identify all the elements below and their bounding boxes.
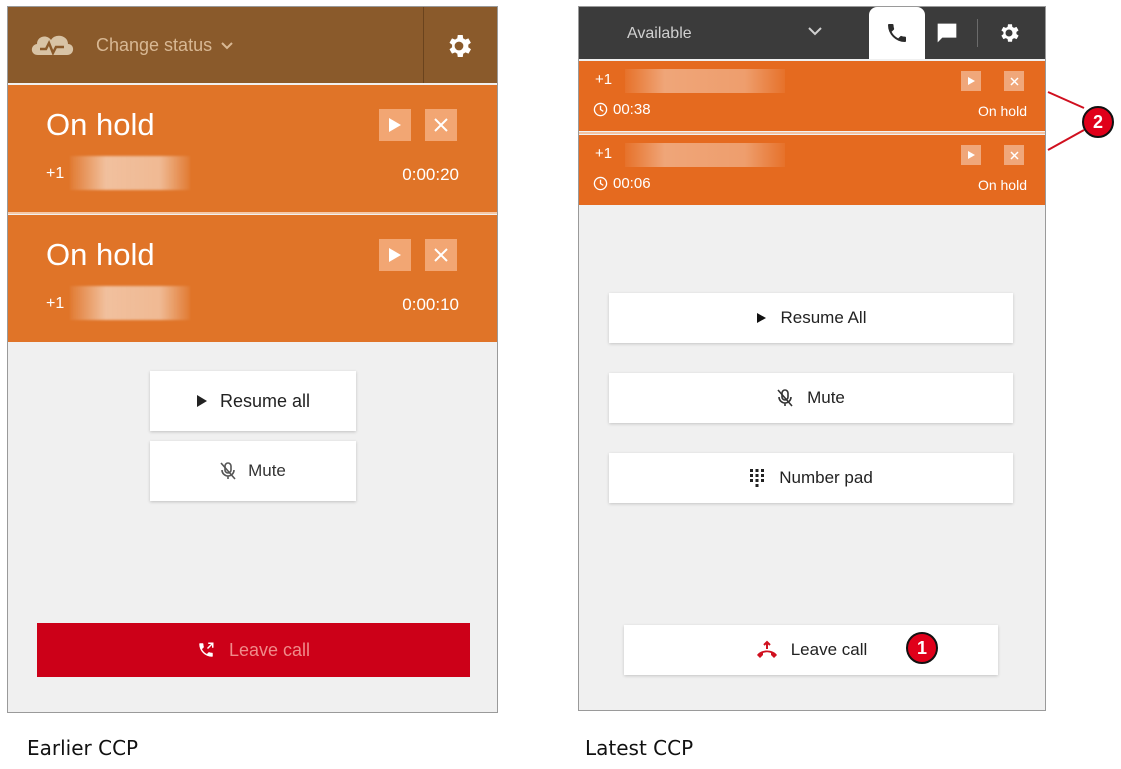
redacted-number (70, 156, 190, 190)
play-icon (756, 313, 766, 323)
play-icon (196, 395, 207, 407)
mute-microphone-icon (777, 389, 793, 407)
leave-call-label: Leave call (790, 640, 868, 659)
dialpad-icon (750, 469, 765, 487)
callout-badge-2: 2 (1082, 106, 1114, 138)
earlier-header: Change status (8, 7, 497, 83)
redacted-number (625, 143, 785, 167)
earlier-ccp-panel: Change status On hold +1 0:00:20 On hold… (7, 6, 498, 713)
number-pad-button[interactable]: Number pad (609, 453, 1013, 503)
phone-icon (888, 24, 906, 42)
call-timer-value: 00:06 (613, 175, 651, 192)
number-pad-label: Number pad (779, 468, 873, 487)
header-divider (977, 19, 978, 47)
mute-button[interactable]: Mute (609, 373, 1013, 423)
call-state: On hold (46, 107, 155, 142)
leave-call-icon (756, 640, 777, 658)
leave-call-button[interactable]: Leave call (37, 623, 470, 677)
play-icon (967, 77, 975, 85)
play-icon (389, 118, 401, 132)
gear-icon[interactable] (997, 21, 1021, 45)
call-number: +1 (46, 165, 65, 182)
call-number: +1 (595, 145, 613, 162)
call-elapsed-time: 0:00:10 (402, 295, 459, 314)
play-icon (389, 248, 401, 262)
call-number: +1 (595, 71, 613, 88)
resume-all-label: Resume all (219, 390, 311, 411)
callout-badge-1: 1 (906, 632, 938, 664)
call-number: +1 (46, 295, 65, 312)
call-state: On hold (46, 237, 155, 272)
phone-transfer-icon (199, 642, 214, 657)
mute-label: Mute (807, 388, 845, 407)
close-icon (434, 248, 448, 262)
resume-call-button[interactable] (379, 239, 411, 271)
redacted-number (625, 69, 785, 93)
gear-icon[interactable] (444, 31, 474, 61)
call-elapsed-time: 0:00:20 (402, 165, 459, 184)
close-icon (1009, 76, 1019, 86)
end-call-button[interactable] (1004, 71, 1024, 91)
latest-call-card: +1 00:06 On hold (579, 135, 1045, 205)
call-separator (579, 132, 1045, 134)
mute-label: Mute (248, 461, 286, 480)
tab-phone[interactable] (869, 7, 925, 59)
clock-icon (593, 102, 608, 117)
earlier-call-card: On hold +1 0:00:10 (8, 215, 497, 342)
leave-call-label: Leave call (228, 639, 311, 660)
end-call-button[interactable] (425, 109, 457, 141)
call-timer-value: 00:38 (613, 101, 651, 118)
call-timer: 00:38 (593, 101, 651, 118)
latest-ccp-panel: Available +1 00:38 On hold +1 00:06 On h… (578, 6, 1046, 711)
latest-call-card: +1 00:38 On hold (579, 61, 1045, 131)
call-separator (8, 212, 497, 214)
end-call-button[interactable] (425, 239, 457, 271)
chevron-down-icon[interactable] (807, 25, 823, 37)
close-icon (1009, 150, 1019, 160)
call-timer: 00:06 (593, 175, 651, 192)
mute-microphone-icon (220, 462, 236, 480)
call-state: On hold (977, 177, 1027, 193)
earlier-ccp-caption: Earlier CCP (27, 736, 139, 760)
agent-status-dropdown[interactable]: Available (627, 25, 692, 43)
resume-call-button[interactable] (961, 145, 981, 165)
chevron-down-icon (221, 41, 233, 49)
clock-icon (593, 176, 608, 191)
call-state: On hold (977, 103, 1027, 119)
resume-all-button[interactable]: Resume All (609, 293, 1013, 343)
earlier-call-card: On hold +1 0:00:20 (8, 85, 497, 212)
cloud-logo-icon (31, 35, 74, 57)
resume-call-button[interactable] (379, 109, 411, 141)
chat-icon[interactable] (933, 19, 961, 47)
resume-all-button[interactable]: Resume all (150, 371, 356, 431)
close-icon (434, 118, 448, 132)
resume-call-button[interactable] (961, 71, 981, 91)
end-call-button[interactable] (1004, 145, 1024, 165)
leave-call-button[interactable]: Leave call (624, 625, 998, 675)
play-icon (967, 151, 975, 159)
latest-ccp-caption: Latest CCP (585, 736, 694, 760)
header-divider (423, 7, 424, 83)
latest-header: Available (579, 7, 1045, 59)
redacted-number (70, 286, 190, 320)
change-status-button[interactable]: Change status (96, 35, 234, 56)
change-status-label: Change status (96, 35, 213, 55)
mute-button[interactable]: Mute (150, 441, 356, 501)
resume-all-label: Resume All (780, 308, 867, 327)
